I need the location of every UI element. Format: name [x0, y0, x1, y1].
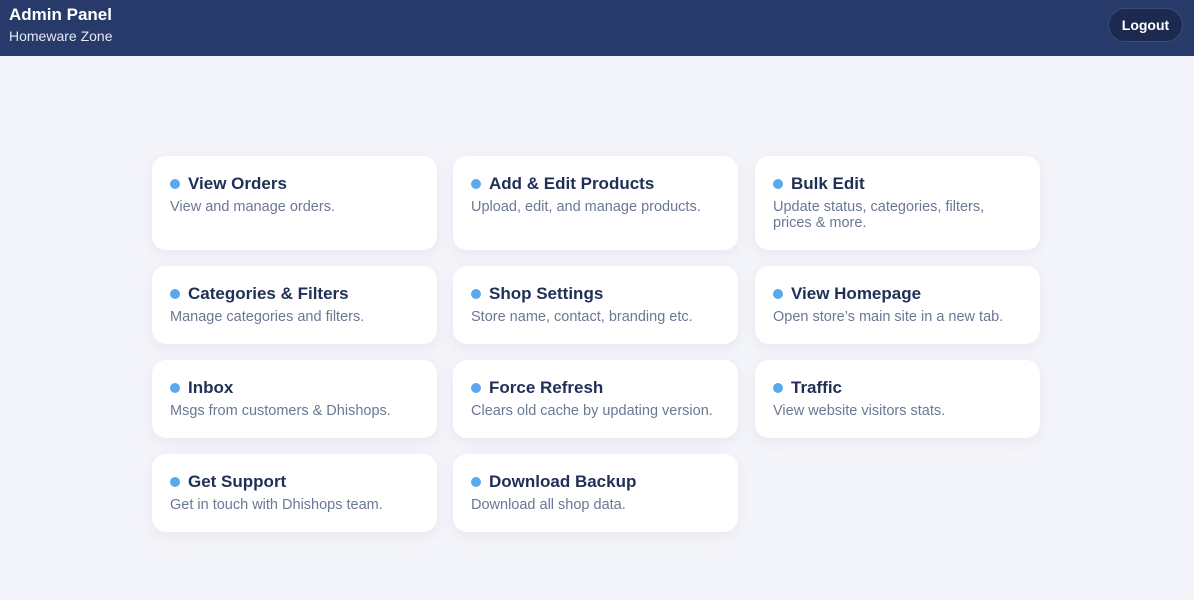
- bullet-icon: [773, 179, 783, 189]
- card-description: Download all shop data.: [471, 497, 626, 513]
- app-title: Admin Panel: [9, 5, 112, 24]
- card-description: Upload, edit, and manage products.: [471, 199, 701, 215]
- card-description: Get in touch with Dhishops team.: [170, 497, 383, 513]
- card-description: Manage categories and filters.: [170, 309, 365, 325]
- card-description: View and manage orders.: [170, 199, 335, 215]
- bullet-icon: [471, 383, 481, 393]
- card-title: Categories & Filters: [188, 284, 349, 303]
- card-description: Msgs from customers & Dhishops.: [170, 403, 391, 419]
- card-add-edit-products[interactable]: Add & Edit Products Upload, edit, and ma…: [453, 156, 738, 250]
- bullet-icon: [471, 179, 481, 189]
- card-title: Force Refresh: [489, 378, 604, 397]
- card-view-orders[interactable]: View Orders View and manage orders.: [152, 156, 437, 250]
- top-bar: Admin Panel Homeware Zone Logout: [0, 0, 1194, 56]
- bullet-icon: [471, 477, 481, 487]
- bullet-icon: [170, 383, 180, 393]
- card-get-support[interactable]: Get Support Get in touch with Dhishops t…: [152, 454, 437, 532]
- bullet-icon: [471, 289, 481, 299]
- card-title: Download Backup: [489, 472, 637, 491]
- card-force-refresh[interactable]: Force Refresh Clears old cache by updati…: [453, 360, 738, 438]
- card-view-homepage[interactable]: View Homepage Open store’s main site in …: [755, 266, 1040, 344]
- card-title: View Homepage: [791, 284, 922, 303]
- logout-button[interactable]: Logout: [1108, 8, 1183, 42]
- card-title: Get Support: [188, 472, 287, 491]
- card-categories-filters[interactable]: Categories & Filters Manage categories a…: [152, 266, 437, 344]
- shop-name: Homeware Zone: [9, 28, 113, 44]
- card-description: Update status, categories, filters, pric…: [773, 199, 985, 231]
- card-title: Inbox: [188, 378, 234, 397]
- card-bulk-edit[interactable]: Bulk Edit Update status, categories, fil…: [755, 156, 1040, 250]
- card-title: View Orders: [188, 174, 287, 193]
- card-title: Shop Settings: [489, 284, 604, 303]
- card-title: Traffic: [791, 378, 843, 397]
- card-description: Clears old cache by updating version.: [471, 403, 713, 419]
- card-inbox[interactable]: Inbox Msgs from customers & Dhishops.: [152, 360, 437, 438]
- bullet-icon: [170, 289, 180, 299]
- bullet-icon: [773, 383, 783, 393]
- card-shop-settings[interactable]: Shop Settings Store name, contact, brand…: [453, 266, 738, 344]
- bullet-icon: [170, 477, 180, 487]
- card-description: View website visitors stats.: [773, 403, 946, 419]
- card-traffic[interactable]: Traffic View website visitors stats.: [755, 360, 1040, 438]
- card-description: Store name, contact, branding etc.: [471, 309, 693, 325]
- card-description: Open store’s main site in a new tab.: [773, 309, 1004, 325]
- card-title: Bulk Edit: [791, 174, 865, 193]
- card-title: Add & Edit Products: [489, 174, 655, 193]
- bullet-icon: [773, 289, 783, 299]
- card-download-backup[interactable]: Download Backup Download all shop data.: [453, 454, 738, 532]
- bullet-icon: [170, 179, 180, 189]
